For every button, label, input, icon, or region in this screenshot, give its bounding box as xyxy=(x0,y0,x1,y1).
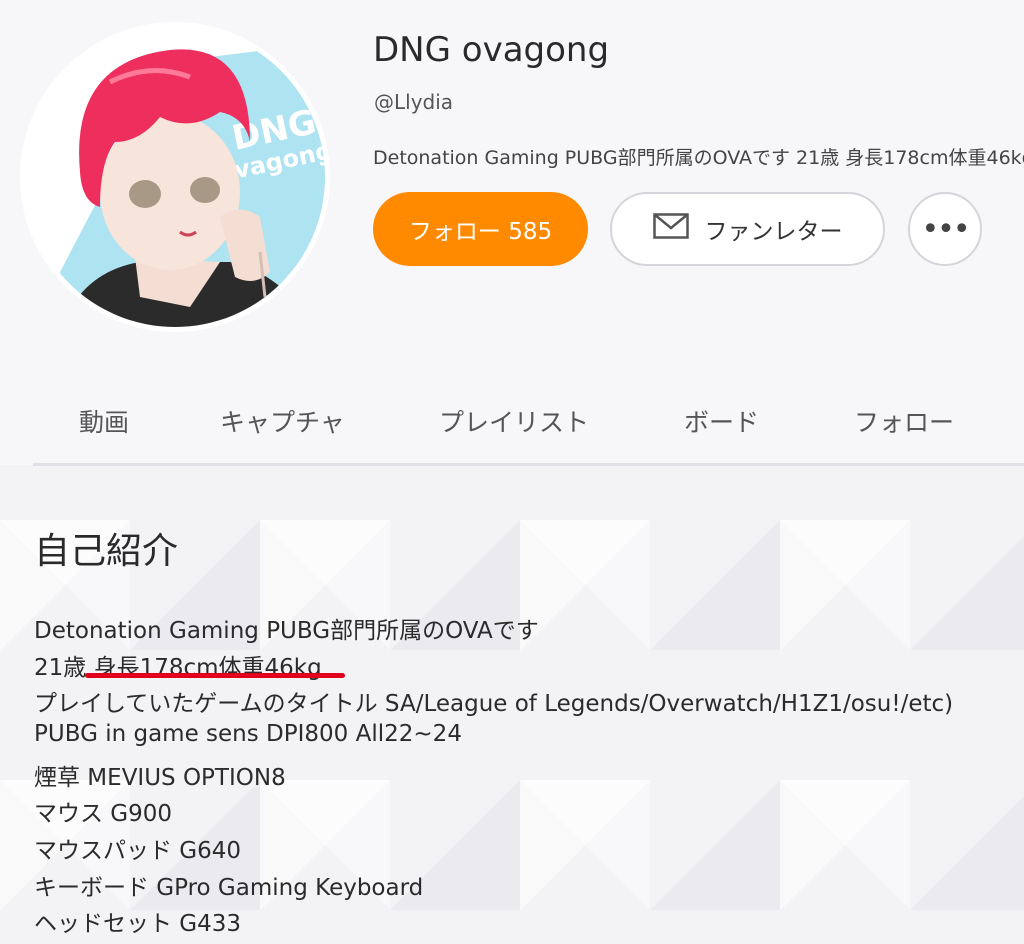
about-title: 自己紹介 xyxy=(34,531,179,572)
profile-tabs: 動画 キャプチャ プレイリスト ボード フォロー xyxy=(33,385,1024,466)
avatar-illustration: DNG ovagong xyxy=(25,27,325,327)
profile-tagline: Detonation Gaming PUBG部門所属のOVAです 21歳 身長1… xyxy=(373,147,1024,169)
tab-following[interactable]: フォロー xyxy=(854,403,954,439)
tab-captures[interactable]: キャプチャ xyxy=(220,403,345,439)
follow-button[interactable]: フォロー 585 xyxy=(373,192,588,266)
bio-line: マウスパッド G640 xyxy=(34,838,242,864)
bio-line: ヘッドセット G433 xyxy=(34,911,242,937)
more-dots-icon: ••• xyxy=(921,211,970,247)
envelope-icon xyxy=(652,213,689,245)
tab-videos[interactable]: 動画 xyxy=(79,403,129,439)
bio-line: プレイしていたゲームのタイトル SA/League of Legends/Ove… xyxy=(34,691,954,717)
channel-name: DNG ovagong xyxy=(373,30,610,70)
bio-line: 煙草 MEVIUS OPTION8 xyxy=(34,765,286,791)
red-underline-annotation xyxy=(85,673,345,678)
tab-board[interactable]: ボード xyxy=(684,403,759,439)
bio-line: Detonation Gaming PUBG部門所属のOVAです xyxy=(34,618,539,644)
fan-letter-button[interactable]: ファンレター xyxy=(610,192,885,266)
bio-line: キーボード GPro Gaming Keyboard xyxy=(34,875,424,901)
bio-line: マウス G900 xyxy=(34,801,173,827)
user-handle: @Llydia xyxy=(374,90,454,114)
fan-letter-button-label: ファンレター xyxy=(704,219,843,245)
tab-playlists[interactable]: プレイリスト xyxy=(439,403,589,439)
bio-line: PUBG in game sens DPI800 All22~24 xyxy=(34,721,462,747)
avatar[interactable]: DNG ovagong xyxy=(20,22,330,332)
more-options-button[interactable]: ••• xyxy=(908,192,982,266)
follow-button-label: フォロー 585 xyxy=(408,219,553,245)
